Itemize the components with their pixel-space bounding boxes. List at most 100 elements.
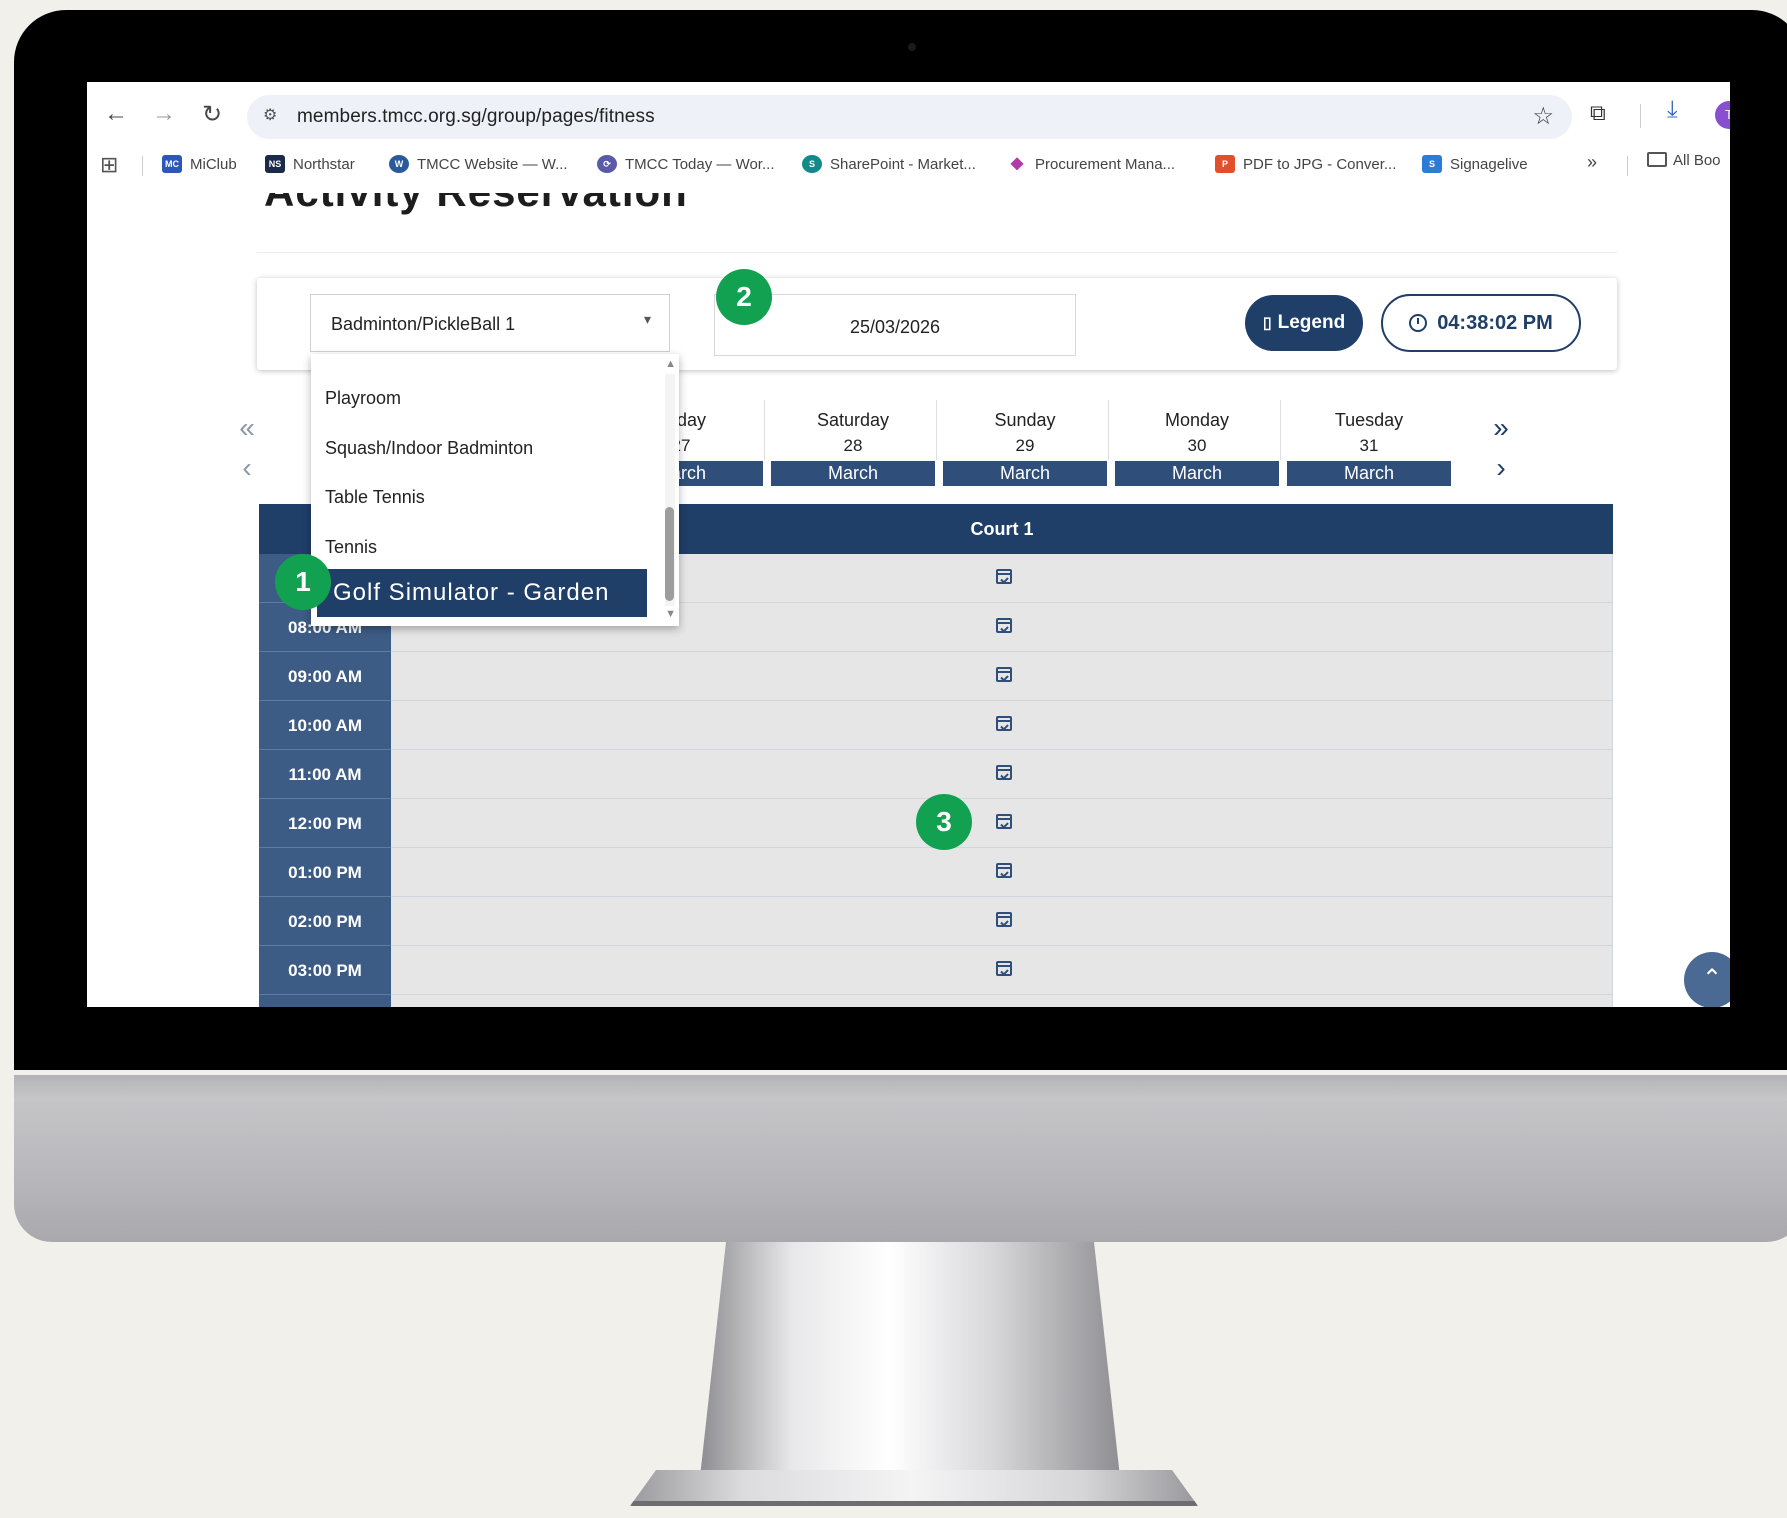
activity-select[interactable]: Badminton/PickleBall 1 ▾ [310,294,670,352]
calendar-check-icon[interactable] [996,667,1012,682]
booking-cell[interactable] [391,652,1613,701]
booking-cell[interactable] [391,799,1613,848]
dropdown-scroll-thumb[interactable] [665,507,674,601]
scroll-down-icon[interactable]: ▼ [665,608,676,620]
booking-cell[interactable] [391,750,1613,799]
dropdown-option[interactable]: Playroom [325,388,401,409]
time-label: 01:00 PM [259,848,391,897]
apps-grid-icon[interactable]: ⊞ [100,152,118,178]
bookmark-procurement[interactable]: ◆ Procurement Mana... [1007,152,1175,176]
time-label: 02:00 PM [259,897,391,946]
bookmarks-divider [142,156,143,176]
time-slot-row: 01:00 PM [259,848,1613,897]
all-bookmarks-label: All Boo [1673,152,1721,169]
bookmark-tmcc-website[interactable]: W TMCC Website — W... [389,152,568,176]
next-day-icon[interactable]: › [1481,452,1521,484]
time-label: 10:00 AM [259,701,391,750]
day-number: 30 [1187,436,1207,455]
day-column[interactable]: Tuesday 31 March [1285,400,1453,486]
bookmark-sharepoint[interactable]: S SharePoint - Market... [802,152,976,176]
time-slot-row: 09:00 AM [259,652,1613,701]
callout-step-3: 3 [916,794,972,850]
day-column[interactable]: Monday 30 March [1113,400,1281,486]
booking-cell[interactable] [391,848,1613,897]
northstar-icon: NS [265,155,285,173]
bookmark-label: TMCC Today — Wor... [625,155,775,173]
monitor-chin [14,1075,1787,1242]
calendar-check-icon[interactable] [996,716,1012,731]
back-icon[interactable]: ← [101,100,131,128]
scroll-to-top-button[interactable]: ⌃ [1684,952,1730,1007]
calendar-check-icon[interactable] [996,569,1012,584]
procurement-icon: ◆ [1010,155,1024,172]
sharepoint-icon: S [802,155,822,173]
legend-label: Legend [1277,312,1346,333]
legend-button[interactable]: ▯ Legend [1245,295,1363,351]
dropdown-option[interactable]: Table Tennis [325,487,425,508]
all-bookmarks[interactable]: All Boo [1647,152,1721,169]
scroll-up-icon[interactable]: ▲ [665,358,676,370]
day-column[interactable]: Sunday 29 March [941,400,1109,486]
bookmarks-divider [1627,156,1628,176]
booking-cell[interactable] [391,946,1613,995]
day-number: 31 [1359,436,1379,455]
reload-icon[interactable]: ↻ [197,100,227,129]
booking-cell[interactable] [391,995,1613,1007]
calendar-check-icon[interactable] [996,863,1012,878]
next-week-icon[interactable]: » [1481,412,1521,444]
dropdown-option-selected[interactable]: Golf Simulator - Garden [317,569,647,617]
day-column[interactable]: Saturday 28 March [769,400,937,486]
activity-select-value: Badminton/PickleBall 1 [331,314,516,334]
callout-step-2: 2 [716,269,772,325]
time-slot-row: 10:00 AM [259,701,1613,750]
bookmark-label: TMCC Website — W... [417,155,568,173]
bookmark-star-icon[interactable]: ☆ [1532,102,1554,131]
more-bookmarks-icon[interactable]: » [1587,152,1597,173]
camera-dot [908,43,916,51]
callout-step-1: 1 [275,554,331,610]
pdf-to-jpg-icon: P [1215,155,1235,173]
bookmark-miclub[interactable]: MC MiClub [162,152,237,176]
caret-down-icon: ▾ [643,311,651,327]
profile-avatar[interactable]: T [1715,101,1730,129]
bookmark-pdf-to-jpg[interactable]: P PDF to JPG - Conver... [1215,152,1396,176]
bookmarks-bar: ⊞ MC MiClub NS Northstar W TMCC Website … [87,140,1730,188]
calendar-check-icon[interactable] [996,814,1012,829]
bookmark-label: SharePoint - Market... [830,155,976,173]
dropdown-option[interactable]: Squash/Indoor Badminton [325,438,533,459]
bookmark-label: Signagelive [1450,155,1528,173]
prev-day-icon[interactable]: ‹ [227,452,267,484]
bookmark-label: Procurement Mana... [1035,155,1176,173]
calendar-check-icon[interactable] [996,765,1012,780]
calendar-check-icon[interactable] [996,912,1012,927]
time-slot-row: 02:00 PM [259,897,1613,946]
bookmark-northstar[interactable]: NS Northstar [265,152,355,176]
monitor-stand-base [630,1470,1198,1506]
bookmark-label: MiClub [190,155,237,173]
browser-toolbar: ← → ↻ ⚙ members.tmcc.org.sg/group/pages/… [87,82,1730,192]
signagelive-icon: S [1422,155,1442,173]
time-label: 11:00 AM [259,750,391,799]
time-slot-row: 03:00 PM [259,946,1613,995]
clock-icon [1409,314,1428,332]
activity-dropdown-list: Playroom Squash/Indoor Badminton Table T… [311,354,679,626]
first-week-icon[interactable]: « [227,412,267,444]
bookmark-signagelive[interactable]: S Signagelive [1422,152,1528,176]
bookmark-tmcc-today[interactable]: ⟳ TMCC Today — Wor... [597,152,774,176]
address-bar[interactable]: ⚙ members.tmcc.org.sg/group/pages/fitnes… [247,95,1572,139]
time-label: 03:00 PM [259,946,391,995]
booking-cell[interactable] [391,897,1613,946]
calendar-check-icon[interactable] [996,618,1012,633]
day-number: 28 [843,436,863,455]
site-settings-icon[interactable]: ⚙ [263,105,287,129]
booking-cell[interactable] [391,701,1613,750]
day-month: March [1287,461,1451,486]
download-icon[interactable]: ⤓ [1667,96,1678,124]
toolbar-divider [1640,104,1641,128]
clock-display: 04:38:02 PM [1381,294,1581,352]
calendar-check-icon[interactable] [996,961,1012,976]
forward-icon[interactable]: → [149,100,179,128]
extensions-icon[interactable]: ⧉ [1590,100,1606,126]
dropdown-option[interactable]: Tennis [325,537,377,558]
time-label: 09:00 AM [259,652,391,701]
